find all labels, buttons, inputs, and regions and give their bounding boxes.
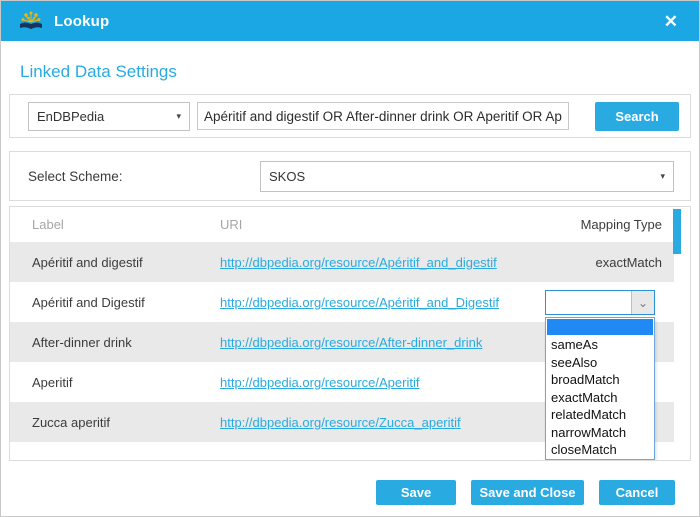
dropdown-option[interactable]: sameAs xyxy=(546,336,654,354)
save-and-close-button[interactable]: Save and Close xyxy=(471,480,584,505)
scheme-panel: Select Scheme: SKOS ▾ xyxy=(9,151,691,201)
table-header-row: Label URI Mapping Type xyxy=(10,207,674,242)
chevron-down-icon: ⌄ xyxy=(631,291,654,314)
resource-link[interactable]: http://dbpedia.org/resource/Aperitif xyxy=(220,375,419,390)
dropdown-option-blank-highlighted[interactable] xyxy=(547,319,653,335)
row-label: After-dinner drink xyxy=(32,335,220,350)
section-title: Linked Data Settings xyxy=(20,62,699,82)
row-label: Apéritif and Digestif xyxy=(32,295,220,310)
row-label: Aperitif xyxy=(32,375,220,390)
search-panel: EnDBPedia ▾ Search xyxy=(9,94,691,138)
resource-link[interactable]: http://dbpedia.org/resource/Apéritif_and… xyxy=(220,255,497,270)
resource-link[interactable]: http://dbpedia.org/resource/Zucca_aperit… xyxy=(220,415,461,430)
scheme-select[interactable]: SKOS ▾ xyxy=(260,161,674,192)
mapping-type-select[interactable]: ⌄ xyxy=(545,290,655,315)
dropdown-option[interactable]: broadMatch xyxy=(546,371,654,389)
mapping-type-selected-value xyxy=(546,291,631,314)
close-icon[interactable]: ✕ xyxy=(660,11,682,32)
lookup-logo-icon xyxy=(18,9,44,33)
search-query-input[interactable] xyxy=(197,102,569,130)
table-row: Apéritif and digestif http://dbpedia.org… xyxy=(10,242,674,282)
dropdown-option[interactable]: seeAlso xyxy=(546,354,654,372)
lookup-dialog: Lookup ✕ Linked Data Settings EnDBPedia … xyxy=(0,0,700,517)
resource-link[interactable]: http://dbpedia.org/resource/Apéritif_and… xyxy=(220,295,499,310)
col-header-mapping-type: Mapping Type xyxy=(512,217,662,232)
resource-link[interactable]: http://dbpedia.org/resource/After-dinner… xyxy=(220,335,482,350)
datasource-select[interactable]: EnDBPedia ▾ xyxy=(28,102,190,131)
save-button[interactable]: Save xyxy=(376,480,456,505)
scheme-selected-value: SKOS xyxy=(269,169,305,184)
row-mapping-value: exactMatch xyxy=(512,255,662,270)
scheme-label: Select Scheme: xyxy=(28,169,260,184)
cancel-button[interactable]: Cancel xyxy=(599,480,675,505)
caret-down-icon: ▾ xyxy=(176,111,181,122)
dropdown-option[interactable]: relatedMatch xyxy=(546,406,654,424)
dropdown-option[interactable]: exactMatch xyxy=(546,389,654,407)
row-label: Zucca aperitif xyxy=(32,415,220,430)
search-button[interactable]: Search xyxy=(595,102,679,131)
results-table: Label URI Mapping Type Apéritif and dige… xyxy=(9,206,691,461)
dropdown-option[interactable]: closeMatch xyxy=(546,441,654,459)
title-bar: Lookup ✕ xyxy=(1,1,699,41)
footer-actions: Save Save and Close Cancel xyxy=(1,480,699,505)
dropdown-option[interactable]: narrowMatch xyxy=(546,424,654,442)
col-header-uri: URI xyxy=(220,217,512,232)
datasource-selected-value: EnDBPedia xyxy=(37,109,104,124)
col-header-label: Label xyxy=(32,217,220,232)
row-label: Apéritif and digestif xyxy=(32,255,220,270)
dialog-title: Lookup xyxy=(54,13,109,30)
mapping-type-dropdown-list: sameAs seeAlso broadMatch exactMatch rel… xyxy=(545,317,655,460)
vertical-scrollbar-thumb[interactable] xyxy=(673,209,681,254)
caret-down-icon: ▾ xyxy=(660,171,665,182)
